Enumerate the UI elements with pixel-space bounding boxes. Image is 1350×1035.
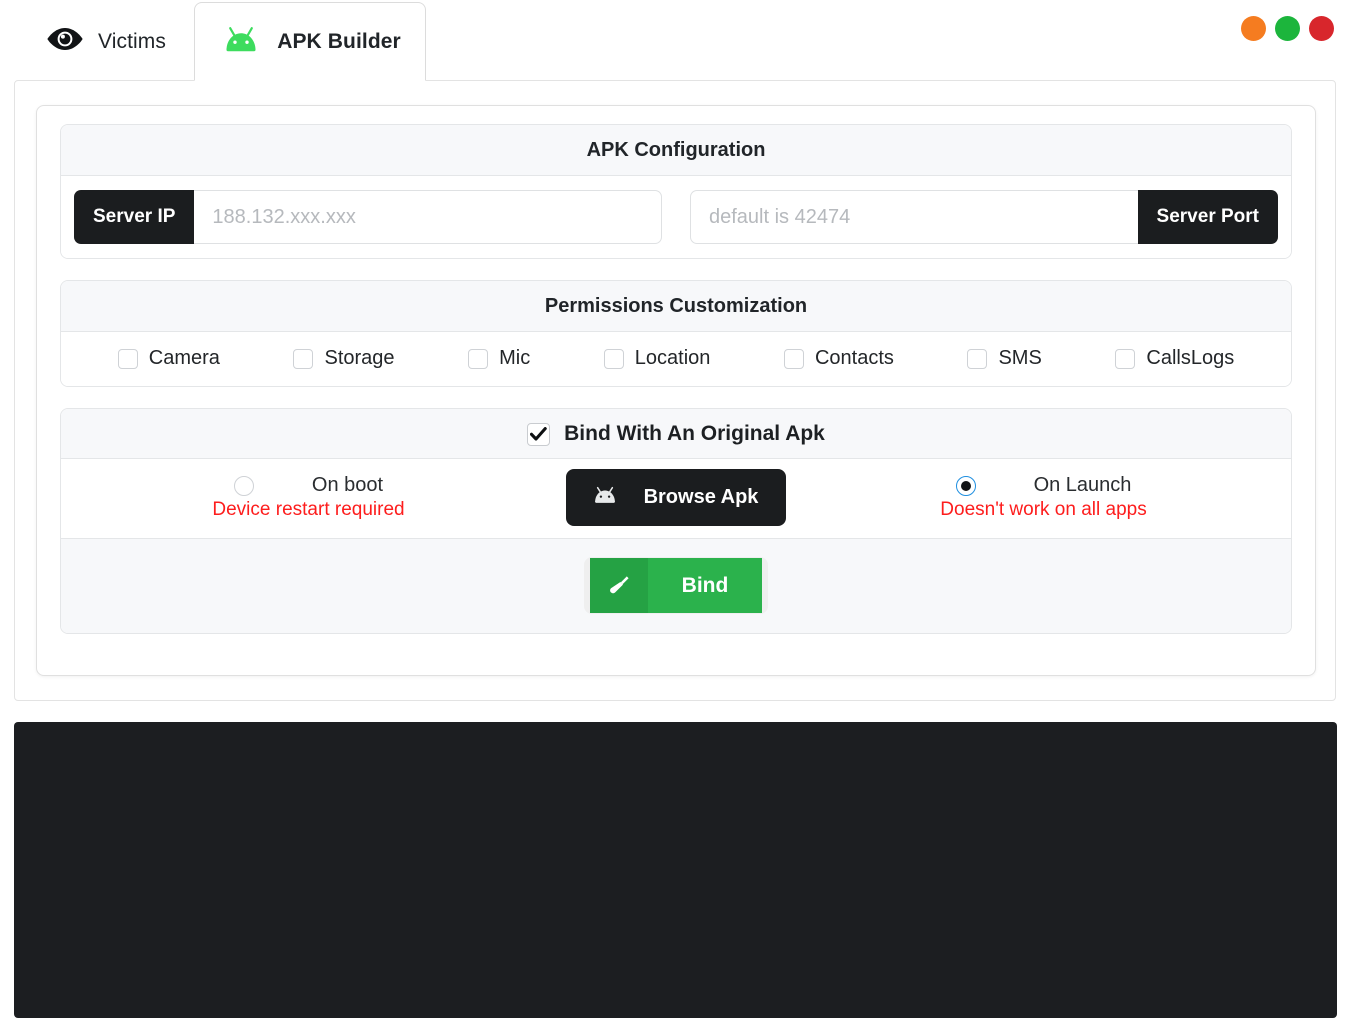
console-output-panel[interactable] <box>14 722 1337 1018</box>
bind-mode-row: On boot Device restart required Browse A… <box>61 459 1291 539</box>
permission-location-label: Location <box>634 347 711 369</box>
bind-action-row: Bind <box>61 539 1291 633</box>
minimize-button[interactable] <box>1241 16 1266 41</box>
permission-callslogs[interactable]: CallsLogs <box>1115 347 1234 370</box>
on-launch-option[interactable]: On Launch <box>955 474 1132 497</box>
bind-button-label: Bind <box>647 558 763 613</box>
permission-camera-label: Camera <box>148 347 220 369</box>
server-ip-input[interactable] <box>194 190 662 244</box>
apk-configuration-title: APK Configuration <box>61 125 1291 176</box>
tab-victims-label: Victims <box>98 29 166 53</box>
checkbox-bind-with-original-apk[interactable] <box>527 422 551 446</box>
android-icon <box>219 26 263 57</box>
checkbox-callslogs[interactable] <box>1115 348 1136 369</box>
on-boot-note: Device restart required <box>212 499 405 520</box>
server-port-addon[interactable]: Server Port <box>1137 190 1278 244</box>
apk-builder-card: APK Configuration Server IP Server Port … <box>36 105 1316 676</box>
browse-apk-cell: Browse Apk <box>556 469 796 526</box>
permission-contacts[interactable]: Contacts <box>783 347 894 370</box>
tab-apk-builder[interactable]: APK Builder <box>194 2 426 81</box>
radio-on-boot[interactable] <box>233 475 254 496</box>
checkbox-storage[interactable] <box>293 348 314 369</box>
server-port-input[interactable] <box>690 190 1138 244</box>
apk-configuration-panel: APK Configuration Server IP Server Port <box>60 124 1292 259</box>
permission-camera[interactable]: Camera <box>117 347 220 370</box>
eye-icon <box>46 26 84 57</box>
browse-apk-button[interactable]: Browse Apk <box>565 469 787 526</box>
checkbox-location[interactable] <box>603 348 624 369</box>
permission-storage[interactable]: Storage <box>293 347 395 370</box>
permissions-panel: Permissions Customization Camera Storage… <box>60 280 1292 387</box>
permission-contacts-label: Contacts <box>814 347 894 369</box>
server-ip-addon[interactable]: Server IP <box>74 190 195 244</box>
radio-on-launch[interactable] <box>955 475 976 496</box>
bind-mode-on-boot: On boot Device restart required <box>61 474 556 521</box>
checkbox-mic[interactable] <box>468 348 489 369</box>
window-controls <box>1241 16 1334 41</box>
permission-callslogs-label: CallsLogs <box>1146 347 1235 369</box>
permission-mic[interactable]: Mic <box>468 347 530 370</box>
tab-content-panel: APK Configuration Server IP Server Port … <box>14 80 1336 701</box>
tab-victims[interactable]: Victims <box>16 2 196 81</box>
bind-panel-title: Bind With An Original Apk <box>564 422 825 445</box>
checkbox-camera[interactable] <box>117 348 138 369</box>
permissions-title: Permissions Customization <box>61 281 1291 332</box>
on-launch-note: Doesn't work on all apps <box>940 499 1147 520</box>
permission-sms[interactable]: SMS <box>967 347 1042 370</box>
tab-bar: Victims APK Builder <box>0 0 1350 81</box>
bind-panel: Bind With An Original Apk On boot Device… <box>60 408 1292 634</box>
android-icon <box>590 485 620 510</box>
tab-apk-builder-label: APK Builder <box>277 29 401 53</box>
permissions-row: Camera Storage Mic Location Contacts SMS… <box>61 332 1291 386</box>
server-port-group: Server Port <box>690 190 1278 244</box>
permission-sms-label: SMS <box>998 347 1042 369</box>
permission-mic-label: Mic <box>499 347 531 369</box>
on-boot-option[interactable]: On boot <box>233 474 384 497</box>
on-launch-label: On Launch <box>1033 474 1132 496</box>
screwdriver-icon <box>589 558 648 613</box>
permission-location[interactable]: Location <box>603 347 711 370</box>
permission-storage-label: Storage <box>324 347 395 369</box>
check-icon <box>530 426 547 441</box>
bind-enable-toggle[interactable]: Bind With An Original Apk <box>61 409 1291 459</box>
checkbox-sms[interactable] <box>967 348 988 369</box>
checkbox-contacts[interactable] <box>783 348 804 369</box>
server-ip-group: Server IP <box>74 190 662 244</box>
bind-mode-on-launch: On Launch Doesn't work on all apps <box>796 474 1291 521</box>
maximize-button[interactable] <box>1275 16 1300 41</box>
browse-apk-label: Browse Apk <box>643 486 759 508</box>
server-address-row: Server IP Server Port <box>61 176 1291 258</box>
on-boot-label: On boot <box>311 474 384 496</box>
bind-button[interactable]: Bind <box>583 557 769 614</box>
close-button[interactable] <box>1309 16 1334 41</box>
